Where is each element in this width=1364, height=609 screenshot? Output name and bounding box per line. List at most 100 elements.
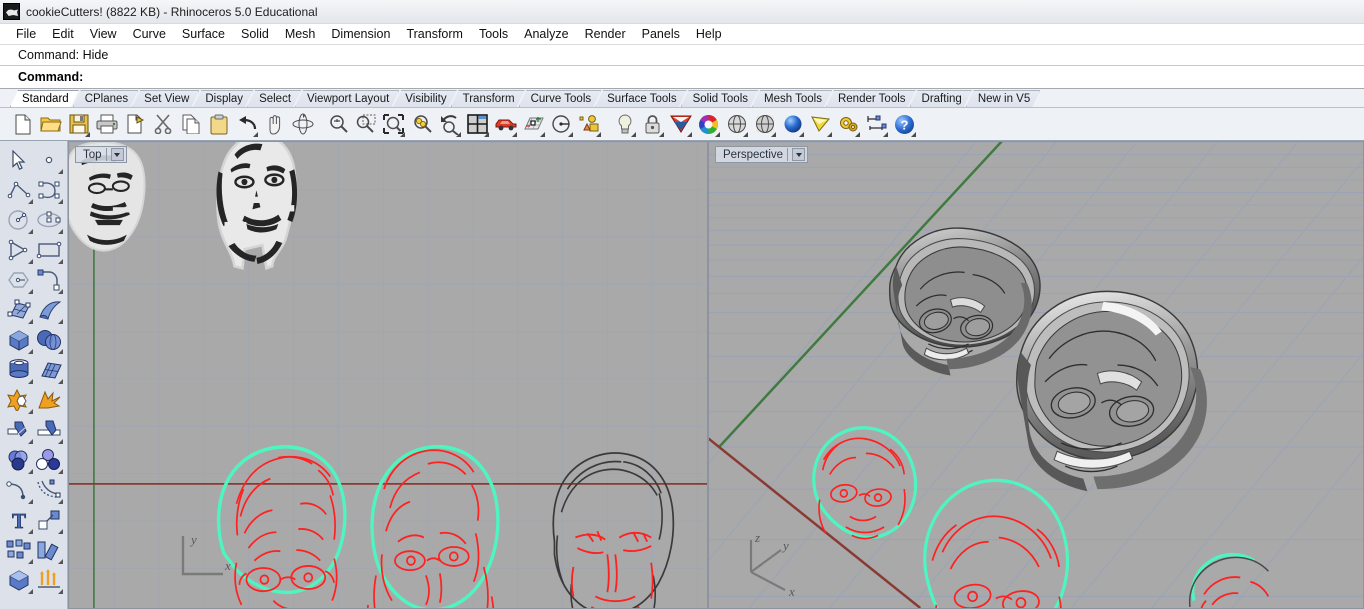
point-icon[interactable] bbox=[34, 145, 64, 175]
box-icon[interactable] bbox=[4, 325, 34, 355]
cap-solid-icon[interactable] bbox=[4, 565, 34, 595]
viewport-layout-icon[interactable] bbox=[465, 111, 490, 138]
zoom-selected-icon[interactable] bbox=[409, 111, 434, 138]
render-preview-car-icon[interactable] bbox=[493, 111, 518, 138]
menu-item-view[interactable]: View bbox=[82, 25, 125, 43]
undo-icon[interactable] bbox=[234, 111, 259, 138]
rotate-view-icon[interactable] bbox=[290, 111, 315, 138]
zoom-previous-icon[interactable] bbox=[437, 111, 462, 138]
fillet-curve-icon[interactable] bbox=[34, 265, 64, 295]
tab-cplanes[interactable]: CPlanes bbox=[73, 90, 138, 107]
cylinder-icon[interactable] bbox=[4, 355, 34, 385]
save-file-icon[interactable] bbox=[66, 111, 91, 138]
tab-mesh-tools[interactable]: Mesh Tools bbox=[752, 90, 832, 107]
ellipse-icon[interactable] bbox=[34, 205, 64, 235]
tab-drafting[interactable]: Drafting bbox=[910, 90, 972, 107]
rectangle-icon[interactable] bbox=[34, 235, 64, 265]
tab-viewport-layout[interactable]: Viewport Layout bbox=[295, 90, 399, 107]
menu-item-file[interactable]: File bbox=[8, 25, 44, 43]
tab-visibility[interactable]: Visibility bbox=[393, 90, 456, 107]
menu-item-panels[interactable]: Panels bbox=[634, 25, 688, 43]
mesh-plane-icon[interactable] bbox=[34, 355, 64, 385]
menu-item-tools[interactable]: Tools bbox=[471, 25, 516, 43]
menu-item-help[interactable]: Help bbox=[688, 25, 730, 43]
sphere-icon[interactable] bbox=[34, 325, 64, 355]
menu-item-analyze[interactable]: Analyze bbox=[516, 25, 576, 43]
axis-label-y: y bbox=[189, 532, 197, 547]
menu-item-dimension[interactable]: Dimension bbox=[323, 25, 398, 43]
new-file-icon[interactable] bbox=[10, 111, 35, 138]
pan-hand-icon[interactable] bbox=[262, 111, 287, 138]
text-tool-icon[interactable]: T bbox=[4, 505, 34, 535]
rendered-sphere-icon[interactable] bbox=[780, 111, 805, 138]
menu-item-solid[interactable]: Solid bbox=[233, 25, 277, 43]
color-wheel-icon[interactable] bbox=[696, 111, 721, 138]
circle-icon[interactable] bbox=[4, 205, 34, 235]
curve-icon[interactable] bbox=[34, 175, 64, 205]
tab-solid-tools[interactable]: Solid Tools bbox=[681, 90, 758, 107]
cookie-cutter-solid-2[interactable] bbox=[1016, 290, 1207, 492]
polygon-icon[interactable] bbox=[4, 265, 34, 295]
menu-item-transform[interactable]: Transform bbox=[398, 25, 471, 43]
tab-surface-tools[interactable]: Surface Tools bbox=[595, 90, 686, 107]
trim-icon[interactable] bbox=[4, 415, 34, 445]
chevron-down-icon[interactable] bbox=[110, 148, 124, 161]
wireframe-sphere-icon[interactable] bbox=[724, 111, 749, 138]
tab-render-tools[interactable]: Render Tools bbox=[826, 90, 916, 107]
tab-curve-tools[interactable]: Curve Tools bbox=[519, 90, 602, 107]
boolean-intersection-icon[interactable] bbox=[34, 445, 64, 475]
cut-icon[interactable] bbox=[150, 111, 175, 138]
shaded-view-icon[interactable] bbox=[668, 111, 693, 138]
explode-icon[interactable] bbox=[34, 385, 64, 415]
tab-standard[interactable]: Standard bbox=[10, 90, 79, 107]
command-input[interactable] bbox=[87, 68, 1364, 86]
copy-icon[interactable] bbox=[178, 111, 203, 138]
menu-item-render[interactable]: Render bbox=[577, 25, 634, 43]
zoom-extents-icon[interactable] bbox=[381, 111, 406, 138]
scale-icon[interactable] bbox=[34, 505, 64, 535]
light-bulb-icon[interactable] bbox=[612, 111, 637, 138]
perspective-viewport[interactable]: Perspective z y x bbox=[708, 141, 1364, 609]
tab-select[interactable]: Select bbox=[247, 90, 301, 107]
lock-icon[interactable] bbox=[640, 111, 665, 138]
chevron-down-icon[interactable] bbox=[792, 148, 806, 161]
render-cone-icon[interactable] bbox=[808, 111, 833, 138]
surface-from-points-icon[interactable] bbox=[4, 295, 34, 325]
arc-icon[interactable] bbox=[4, 235, 34, 265]
dimension-icon[interactable] bbox=[864, 111, 889, 138]
select-arrow-icon[interactable] bbox=[4, 145, 34, 175]
ghosted-sphere-icon[interactable] bbox=[752, 111, 777, 138]
copy-to-clipboard-icon[interactable] bbox=[122, 111, 147, 138]
perspective-viewport-label[interactable]: Perspective bbox=[715, 146, 809, 163]
extrude-multiple-icon[interactable] bbox=[34, 565, 64, 595]
extrude-surface-icon[interactable] bbox=[34, 295, 64, 325]
boolean-union-icon[interactable] bbox=[4, 385, 34, 415]
menu-item-mesh[interactable]: Mesh bbox=[277, 25, 324, 43]
rotate-object-icon[interactable] bbox=[34, 535, 64, 565]
top-viewport-label[interactable]: Top bbox=[75, 146, 127, 163]
tab-new-in-v5[interactable]: New in V5 bbox=[966, 90, 1040, 107]
offset-curve-icon[interactable] bbox=[4, 475, 34, 505]
print-icon[interactable] bbox=[94, 111, 119, 138]
split-icon[interactable] bbox=[34, 415, 64, 445]
help-icon[interactable]: ? bbox=[892, 111, 917, 138]
open-file-icon[interactable] bbox=[38, 111, 63, 138]
menu-item-edit[interactable]: Edit bbox=[44, 25, 82, 43]
layers-icon[interactable] bbox=[577, 111, 602, 138]
menu-item-surface[interactable]: Surface bbox=[174, 25, 233, 43]
array-icon[interactable] bbox=[4, 535, 34, 565]
grid-snap-icon[interactable] bbox=[521, 111, 546, 138]
options-gears-icon[interactable] bbox=[836, 111, 861, 138]
tab-display[interactable]: Display bbox=[193, 90, 253, 107]
boolean-difference-icon[interactable] bbox=[4, 445, 34, 475]
polyline-icon[interactable] bbox=[4, 175, 34, 205]
zoom-in-out-icon[interactable] bbox=[325, 111, 350, 138]
blend-curve-icon[interactable] bbox=[34, 475, 64, 505]
paste-icon[interactable] bbox=[206, 111, 231, 138]
zoom-window-icon[interactable] bbox=[353, 111, 378, 138]
tab-set-view[interactable]: Set View bbox=[132, 90, 199, 107]
osnap-circle-icon[interactable] bbox=[549, 111, 574, 138]
menu-item-curve[interactable]: Curve bbox=[125, 25, 174, 43]
tab-transform[interactable]: Transform bbox=[451, 90, 525, 107]
top-viewport[interactable]: Top y x bbox=[68, 141, 708, 609]
